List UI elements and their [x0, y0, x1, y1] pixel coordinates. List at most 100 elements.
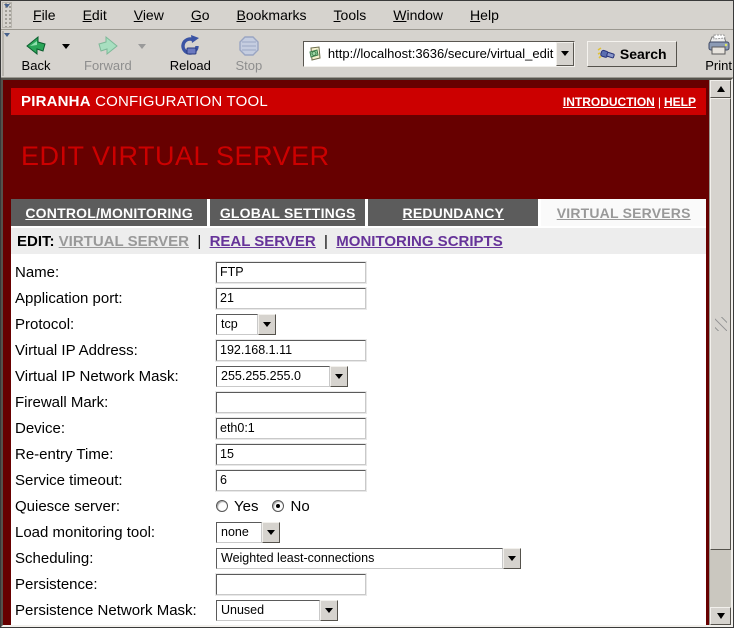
tab-control-monitoring[interactable]: CONTROL/MONITORING — [11, 199, 207, 226]
subnav-prefix: EDIT: — [17, 233, 59, 250]
device-input[interactable] — [216, 418, 366, 439]
scroll-down-button[interactable] — [710, 607, 731, 625]
quiesce-no-label[interactable]: No — [290, 498, 309, 515]
browser-viewport: PIRANHA CONFIGURATION TOOL INTRODUCTION|… — [1, 78, 733, 627]
quiesce-no-radio[interactable] — [272, 500, 284, 512]
reload-label: Reload — [170, 58, 211, 73]
menu-bar: File Edit View Go Bookmarks Tools Window… — [1, 1, 733, 30]
print-label: Print — [705, 58, 732, 73]
virtual-ip-label: Virtual IP Address: — [15, 342, 216, 359]
url-input[interactable] — [326, 44, 556, 64]
virtual-ip-netmask-dropdown-arrow-icon — [330, 366, 348, 387]
virtual-ip-netmask-selected-value: 255.255.255.0 — [216, 366, 330, 387]
piranha-page: PIRANHA CONFIGURATION TOOL INTRODUCTION|… — [3, 80, 709, 625]
forward-label: Forward — [84, 58, 132, 73]
scheduling-selected-value: Weighted least-connections — [216, 548, 503, 569]
back-history-caret[interactable] — [62, 44, 70, 49]
scrollbar-thumb[interactable] — [710, 98, 731, 550]
persistence-input[interactable] — [216, 574, 366, 595]
menu-help[interactable]: Help — [461, 3, 508, 27]
reload-icon — [178, 34, 202, 58]
form-row-application-port: Application port: — [15, 285, 706, 311]
virtual-ip-netmask-label: Virtual IP Network Mask: — [15, 368, 216, 385]
main-tabs: CONTROL/MONITORING GLOBAL SETTINGS REDUN… — [11, 199, 706, 226]
brand-strong: PIRANHA — [21, 93, 91, 110]
protocol-select[interactable]: tcp — [216, 314, 276, 335]
firewall-mark-label: Firewall Mark: — [15, 394, 216, 411]
menu-go[interactable]: Go — [182, 3, 219, 27]
scroll-up-button[interactable] — [710, 80, 731, 98]
page-title: EDIT VIRTUAL SERVER — [21, 141, 706, 172]
quiesce-server-label: Quiesce server: — [15, 498, 216, 515]
service-timeout-label: Service timeout: — [15, 472, 216, 489]
protocol-dropdown-arrow-icon — [258, 314, 276, 335]
load-monitoring-dropdown-arrow-icon — [262, 522, 280, 543]
scrollbar-trough[interactable] — [710, 550, 731, 607]
back-label: Back — [22, 58, 51, 73]
menu-view[interactable]: View — [125, 3, 173, 27]
firewall-mark-input[interactable] — [216, 392, 366, 413]
form-row-protocol: Protocol: tcp — [15, 311, 706, 337]
quiesce-yes-label[interactable]: Yes — [234, 498, 258, 515]
form-row-load-monitoring: Load monitoring tool: none — [15, 519, 706, 545]
scheduling-dropdown-arrow-icon — [503, 548, 521, 569]
back-button[interactable]: Back — [10, 33, 62, 74]
application-port-input[interactable] — [216, 288, 366, 309]
browser-window: File Edit View Go Bookmarks Tools Window… — [0, 0, 734, 628]
form-row-virtual-ip-netmask: Virtual IP Network Mask: 255.255.255.0 — [15, 363, 706, 389]
forward-button[interactable]: Forward — [78, 33, 138, 74]
forward-history-caret[interactable] — [138, 44, 146, 49]
persistence-netmask-select[interactable]: Unused — [216, 600, 338, 621]
scheduling-label: Scheduling: — [15, 550, 216, 567]
application-port-label: Application port: — [15, 290, 216, 307]
print-button[interactable]: Print — [693, 33, 734, 74]
menubar-grippy[interactable] — [2, 2, 12, 28]
form-row-scheduling: Scheduling: Weighted least-connections — [15, 545, 706, 571]
navigation-toolbar: Back Forward — [1, 30, 733, 78]
form-row-virtual-ip: Virtual IP Address: — [15, 337, 706, 363]
load-monitoring-select[interactable]: none — [216, 522, 280, 543]
menu-edit[interactable]: Edit — [74, 3, 116, 27]
subnav-monitoring-scripts-link[interactable]: MONITORING SCRIPTS — [336, 233, 502, 250]
quiesce-radio-group: Yes No — [216, 498, 318, 515]
introduction-link[interactable]: INTRODUCTION — [563, 95, 655, 109]
forward-icon — [96, 34, 120, 58]
form-row-persistence-netmask: Persistence Network Mask: Unused — [15, 597, 706, 623]
scrollbar-grip-icon — [715, 317, 727, 331]
reentry-time-label: Re-entry Time: — [15, 446, 216, 463]
form-row-persistence: Persistence: — [15, 571, 706, 597]
menu-bookmarks[interactable]: Bookmarks — [228, 3, 316, 27]
quiesce-yes-radio[interactable] — [216, 500, 228, 512]
menu-window[interactable]: Window — [384, 3, 452, 27]
tab-redundancy[interactable]: REDUNDANCY — [368, 199, 538, 226]
tab-virtual-servers[interactable]: VIRTUAL SERVERS — [541, 199, 706, 226]
scheduling-select[interactable]: Weighted least-connections — [216, 548, 521, 569]
protocol-selected-value: tcp — [216, 314, 258, 335]
page-header-bar: PIRANHA CONFIGURATION TOOL INTRODUCTION|… — [11, 88, 706, 115]
tab-global-settings[interactable]: GLOBAL SETTINGS — [210, 199, 365, 226]
virtual-ip-netmask-select[interactable]: 255.255.255.0 — [216, 366, 348, 387]
name-input[interactable] — [216, 262, 366, 283]
header-link-separator: | — [658, 95, 661, 109]
service-timeout-input[interactable] — [216, 470, 366, 491]
search-button[interactable]: Search — [587, 41, 677, 67]
toolbar-grippy[interactable] — [2, 31, 4, 76]
device-label: Device: — [15, 420, 216, 437]
reentry-time-input[interactable] — [216, 444, 366, 465]
subnav-real-server-link[interactable]: REAL SERVER — [210, 233, 316, 250]
virtual-server-form: Name: Application port: Protocol: tcp Vi… — [11, 254, 706, 625]
form-row-reentry-time: Re-entry Time: — [15, 441, 706, 467]
subnav-virtual-server-link[interactable]: VIRTUAL SERVER — [59, 233, 189, 250]
persistence-netmask-label: Persistence Network Mask: — [15, 602, 216, 619]
virtual-ip-input[interactable] — [216, 340, 366, 361]
stop-button[interactable]: Stop — [223, 33, 275, 74]
form-row-quiesce-server: Quiesce server: Yes No — [15, 493, 706, 519]
menu-file[interactable]: File — [24, 3, 65, 27]
brand-rest: CONFIGURATION TOOL — [91, 93, 268, 110]
menu-tools[interactable]: Tools — [325, 3, 376, 27]
help-link[interactable]: HELP — [664, 95, 696, 109]
url-dropdown-button[interactable] — [556, 42, 574, 66]
persistence-netmask-dropdown-arrow-icon — [320, 600, 338, 621]
vertical-scrollbar — [709, 80, 731, 625]
reload-button[interactable]: Reload — [164, 33, 217, 74]
